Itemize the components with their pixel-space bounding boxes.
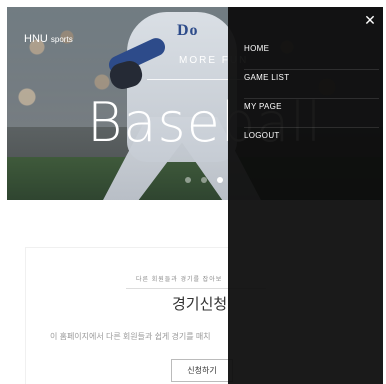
menu-item-label: GAME LIST bbox=[244, 73, 290, 82]
menu-item-label: LOGOUT bbox=[244, 131, 280, 140]
apply-button[interactable]: 신청하기 bbox=[171, 359, 233, 382]
menu-item-game-list[interactable]: GAME LIST bbox=[244, 70, 379, 99]
site-logo-main: HNU bbox=[24, 33, 48, 45]
menu-item-logout[interactable]: LOGOUT bbox=[244, 128, 379, 157]
slider-dot-active[interactable] bbox=[217, 177, 223, 183]
menu-item-my-page[interactable]: MY PAGE bbox=[244, 99, 379, 128]
site-logo-sub: sports bbox=[50, 35, 73, 44]
menu-item-label: MY PAGE bbox=[244, 102, 282, 111]
main-menu: HOME GAME LIST MY PAGE LOGOUT bbox=[244, 41, 379, 157]
page: Do HNU sports MORE FUN Baseball 다른 회원들과 … bbox=[0, 0, 386, 384]
slider-pagination bbox=[185, 177, 223, 183]
navigation-overlay: ✕ HOME GAME LIST MY PAGE LOGOUT bbox=[228, 7, 383, 384]
card-eyebrow: 다른 회원들과 경기를 잡아보 bbox=[136, 277, 223, 283]
jersey-logo-text: Do bbox=[177, 22, 199, 39]
card-description: 이 홈페이지에서 다른 회원들과 쉽게 경기를 매치 bbox=[50, 332, 211, 341]
site-logo[interactable]: HNU sports bbox=[24, 33, 73, 45]
menu-item-label: HOME bbox=[244, 44, 270, 53]
slider-dot[interactable] bbox=[201, 177, 207, 183]
slider-dot[interactable] bbox=[185, 177, 191, 183]
close-icon[interactable]: ✕ bbox=[363, 13, 377, 27]
card-title: 경기신청 bbox=[172, 296, 228, 313]
menu-item-home[interactable]: HOME bbox=[244, 41, 379, 70]
